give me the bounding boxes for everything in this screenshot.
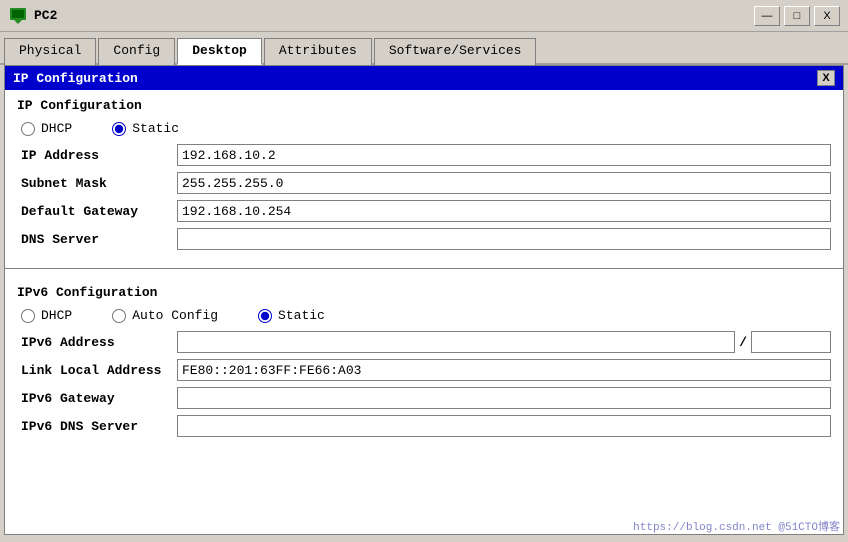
- ipv4-static-radio[interactable]: [112, 122, 126, 136]
- ipv6-section: IPv6 Configuration DHCP Auto Config Stat…: [5, 277, 843, 451]
- ipv6-static-option[interactable]: Static: [258, 308, 325, 323]
- ipv6-dhcp-label: DHCP: [41, 308, 72, 323]
- dns-server-row: DNS Server: [17, 228, 831, 250]
- subnet-mask-input[interactable]: [177, 172, 831, 194]
- default-gateway-label: Default Gateway: [17, 204, 177, 219]
- ip-address-input[interactable]: [177, 144, 831, 166]
- ipv6-prefix-input[interactable]: [751, 331, 831, 353]
- ipv6-dhcp-radio[interactable]: [21, 309, 35, 323]
- ipv6-address-label: IPv6 Address: [17, 335, 177, 350]
- ipv4-static-option[interactable]: Static: [112, 121, 179, 136]
- title-bar-left: PC2: [8, 6, 57, 26]
- window-close-button[interactable]: X: [814, 6, 840, 26]
- main-content: IP Configuration X IP Configuration DHCP…: [4, 65, 844, 535]
- link-local-input[interactable]: [177, 359, 831, 381]
- subnet-mask-row: Subnet Mask: [17, 172, 831, 194]
- ipv4-section: IP Configuration DHCP Static IP Address …: [5, 90, 843, 264]
- subnet-mask-label: Subnet Mask: [17, 176, 177, 191]
- ipv6-dns-label: IPv6 DNS Server: [17, 419, 177, 434]
- config-panel-header: IP Configuration X: [5, 66, 843, 90]
- ipv6-dhcp-option[interactable]: DHCP: [21, 308, 72, 323]
- ipv4-radio-row: DHCP Static: [17, 121, 831, 136]
- ipv6-slash: /: [739, 335, 747, 350]
- ipv6-gateway-row: IPv6 Gateway: [17, 387, 831, 409]
- minimize-button[interactable]: —: [754, 6, 780, 26]
- ipv6-static-label: Static: [278, 308, 325, 323]
- ipv6-auto-config-label: Auto Config: [132, 308, 218, 323]
- default-gateway-input[interactable]: [177, 200, 831, 222]
- ipv6-auto-config-option[interactable]: Auto Config: [112, 308, 218, 323]
- default-gateway-row: Default Gateway: [17, 200, 831, 222]
- title-bar-controls: — □ X: [754, 6, 840, 26]
- window-title: PC2: [34, 8, 57, 23]
- ipv6-gateway-input[interactable]: [177, 387, 831, 409]
- app-icon: [8, 6, 28, 26]
- ipv6-gateway-label: IPv6 Gateway: [17, 391, 177, 406]
- maximize-button[interactable]: □: [784, 6, 810, 26]
- tab-config[interactable]: Config: [98, 38, 175, 65]
- ipv4-section-title: IP Configuration: [17, 98, 831, 113]
- tab-software-services[interactable]: Software/Services: [374, 38, 537, 65]
- tab-bar: Physical Config Desktop Attributes Softw…: [0, 32, 848, 65]
- link-local-label: Link Local Address: [17, 363, 177, 378]
- ipv6-address-input[interactable]: [177, 331, 735, 353]
- ipv6-address-input-row: /: [177, 331, 831, 353]
- tab-attributes[interactable]: Attributes: [264, 38, 372, 65]
- tab-desktop[interactable]: Desktop: [177, 38, 262, 65]
- ipv4-dhcp-option[interactable]: DHCP: [21, 121, 72, 136]
- link-local-row: Link Local Address: [17, 359, 831, 381]
- ipv4-static-label: Static: [132, 121, 179, 136]
- ipv6-static-radio[interactable]: [258, 309, 272, 323]
- section-divider: [5, 268, 843, 269]
- tab-physical[interactable]: Physical: [4, 38, 96, 65]
- config-panel-title: IP Configuration: [13, 71, 138, 86]
- title-bar: PC2 — □ X: [0, 0, 848, 32]
- ipv6-auto-config-radio[interactable]: [112, 309, 126, 323]
- ipv6-dns-input[interactable]: [177, 415, 831, 437]
- ipv6-dns-row: IPv6 DNS Server: [17, 415, 831, 437]
- ipv6-radio-row: DHCP Auto Config Static: [17, 308, 831, 323]
- dns-server-input[interactable]: [177, 228, 831, 250]
- ipv4-dhcp-label: DHCP: [41, 121, 72, 136]
- config-panel-close-button[interactable]: X: [817, 70, 835, 86]
- ipv4-dhcp-radio[interactable]: [21, 122, 35, 136]
- ip-address-label: IP Address: [17, 148, 177, 163]
- ipv6-address-row: IPv6 Address /: [17, 331, 831, 353]
- ip-address-row: IP Address: [17, 144, 831, 166]
- ipv6-section-title: IPv6 Configuration: [17, 285, 831, 300]
- dns-server-label: DNS Server: [17, 232, 177, 247]
